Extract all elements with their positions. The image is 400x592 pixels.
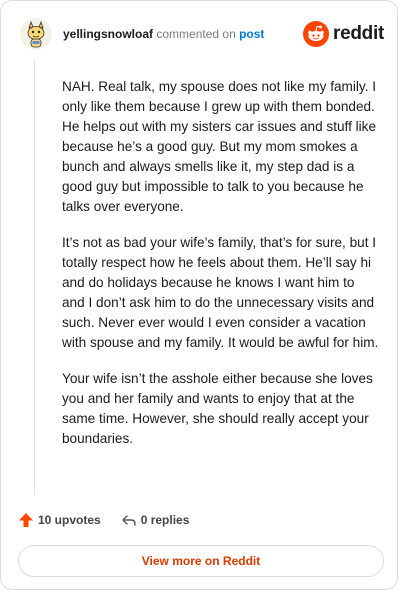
comment-header: yellingsnowloaf commented on post reddit: [18, 15, 384, 53]
comment-actions: 10 upvotes 0 replies: [18, 510, 209, 530]
upvote-button[interactable]: 10 upvotes: [18, 512, 101, 528]
reply-button[interactable]: 0 replies: [121, 512, 190, 528]
thread-line: [34, 59, 35, 495]
comment-paragraph: NAH. Real talk, my spouse does not like …: [62, 79, 377, 214]
comment-meta: yellingsnowloaf commented on post: [63, 27, 264, 41]
upvote-arrow-icon: [19, 513, 33, 527]
comment-paragraph: Your wife isn’t the asshole either becau…: [62, 371, 373, 446]
username-link[interactable]: yellingsnowloaf: [63, 27, 153, 41]
snoo-avatar-icon[interactable]: [20, 18, 52, 50]
comment-card: yellingsnowloaf commented on post reddit…: [0, 0, 398, 590]
reddit-wordmark: reddit: [333, 23, 384, 44]
comment-paragraph: It’s not as bad your wife’s family, that…: [62, 235, 379, 350]
reddit-logo-icon: [303, 21, 330, 47]
reply-arrow-icon: [122, 515, 136, 526]
view-more-button[interactable]: View more on Reddit: [18, 545, 384, 577]
commented-on-label: commented on: [156, 27, 236, 41]
reddit-logo[interactable]: reddit: [303, 21, 384, 47]
post-link[interactable]: post: [239, 27, 264, 41]
comment-body: NAH. Real talk, my spouse does not like …: [62, 77, 380, 465]
reply-count: 0 replies: [140, 513, 190, 527]
upvote-count: 10 upvotes: [38, 513, 101, 527]
